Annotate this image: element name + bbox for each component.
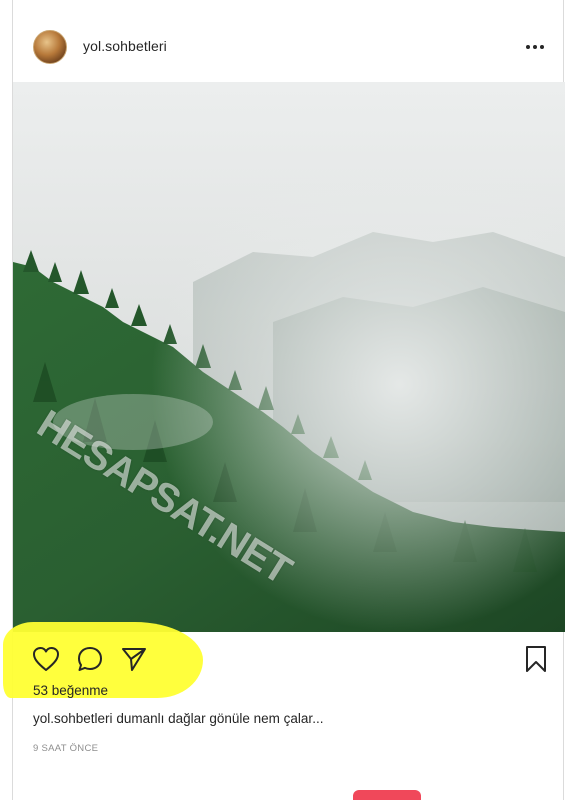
paper-plane-icon[interactable]: [119, 644, 149, 674]
red-button-partial[interactable]: [353, 790, 421, 800]
avatar[interactable]: [33, 30, 67, 64]
post-username[interactable]: yol.sohbetleri: [83, 38, 167, 54]
post-timestamp[interactable]: 9 SAAT ÖNCE: [33, 743, 98, 754]
post-card: yol.sohbetleri HESAPSAT.NET 53 beğenme y…: [3, 0, 565, 800]
more-options-icon[interactable]: [523, 35, 547, 59]
caption-username[interactable]: yol.sohbetleri: [33, 711, 113, 726]
post-actions: [13, 632, 565, 688]
post-image[interactable]: HESAPSAT.NET: [13, 82, 565, 632]
caption-text: dumanlı dağlar gönüle nem çalar...: [116, 711, 324, 726]
caption: yol.sohbetleri dumanlı dağlar gönüle nem…: [33, 711, 323, 726]
comment-icon[interactable]: [75, 644, 105, 674]
post-header: yol.sohbetleri: [13, 15, 565, 81]
heart-icon[interactable]: [31, 644, 61, 674]
likes-count[interactable]: 53 beğenme: [33, 683, 108, 698]
bookmark-icon[interactable]: [521, 644, 551, 674]
